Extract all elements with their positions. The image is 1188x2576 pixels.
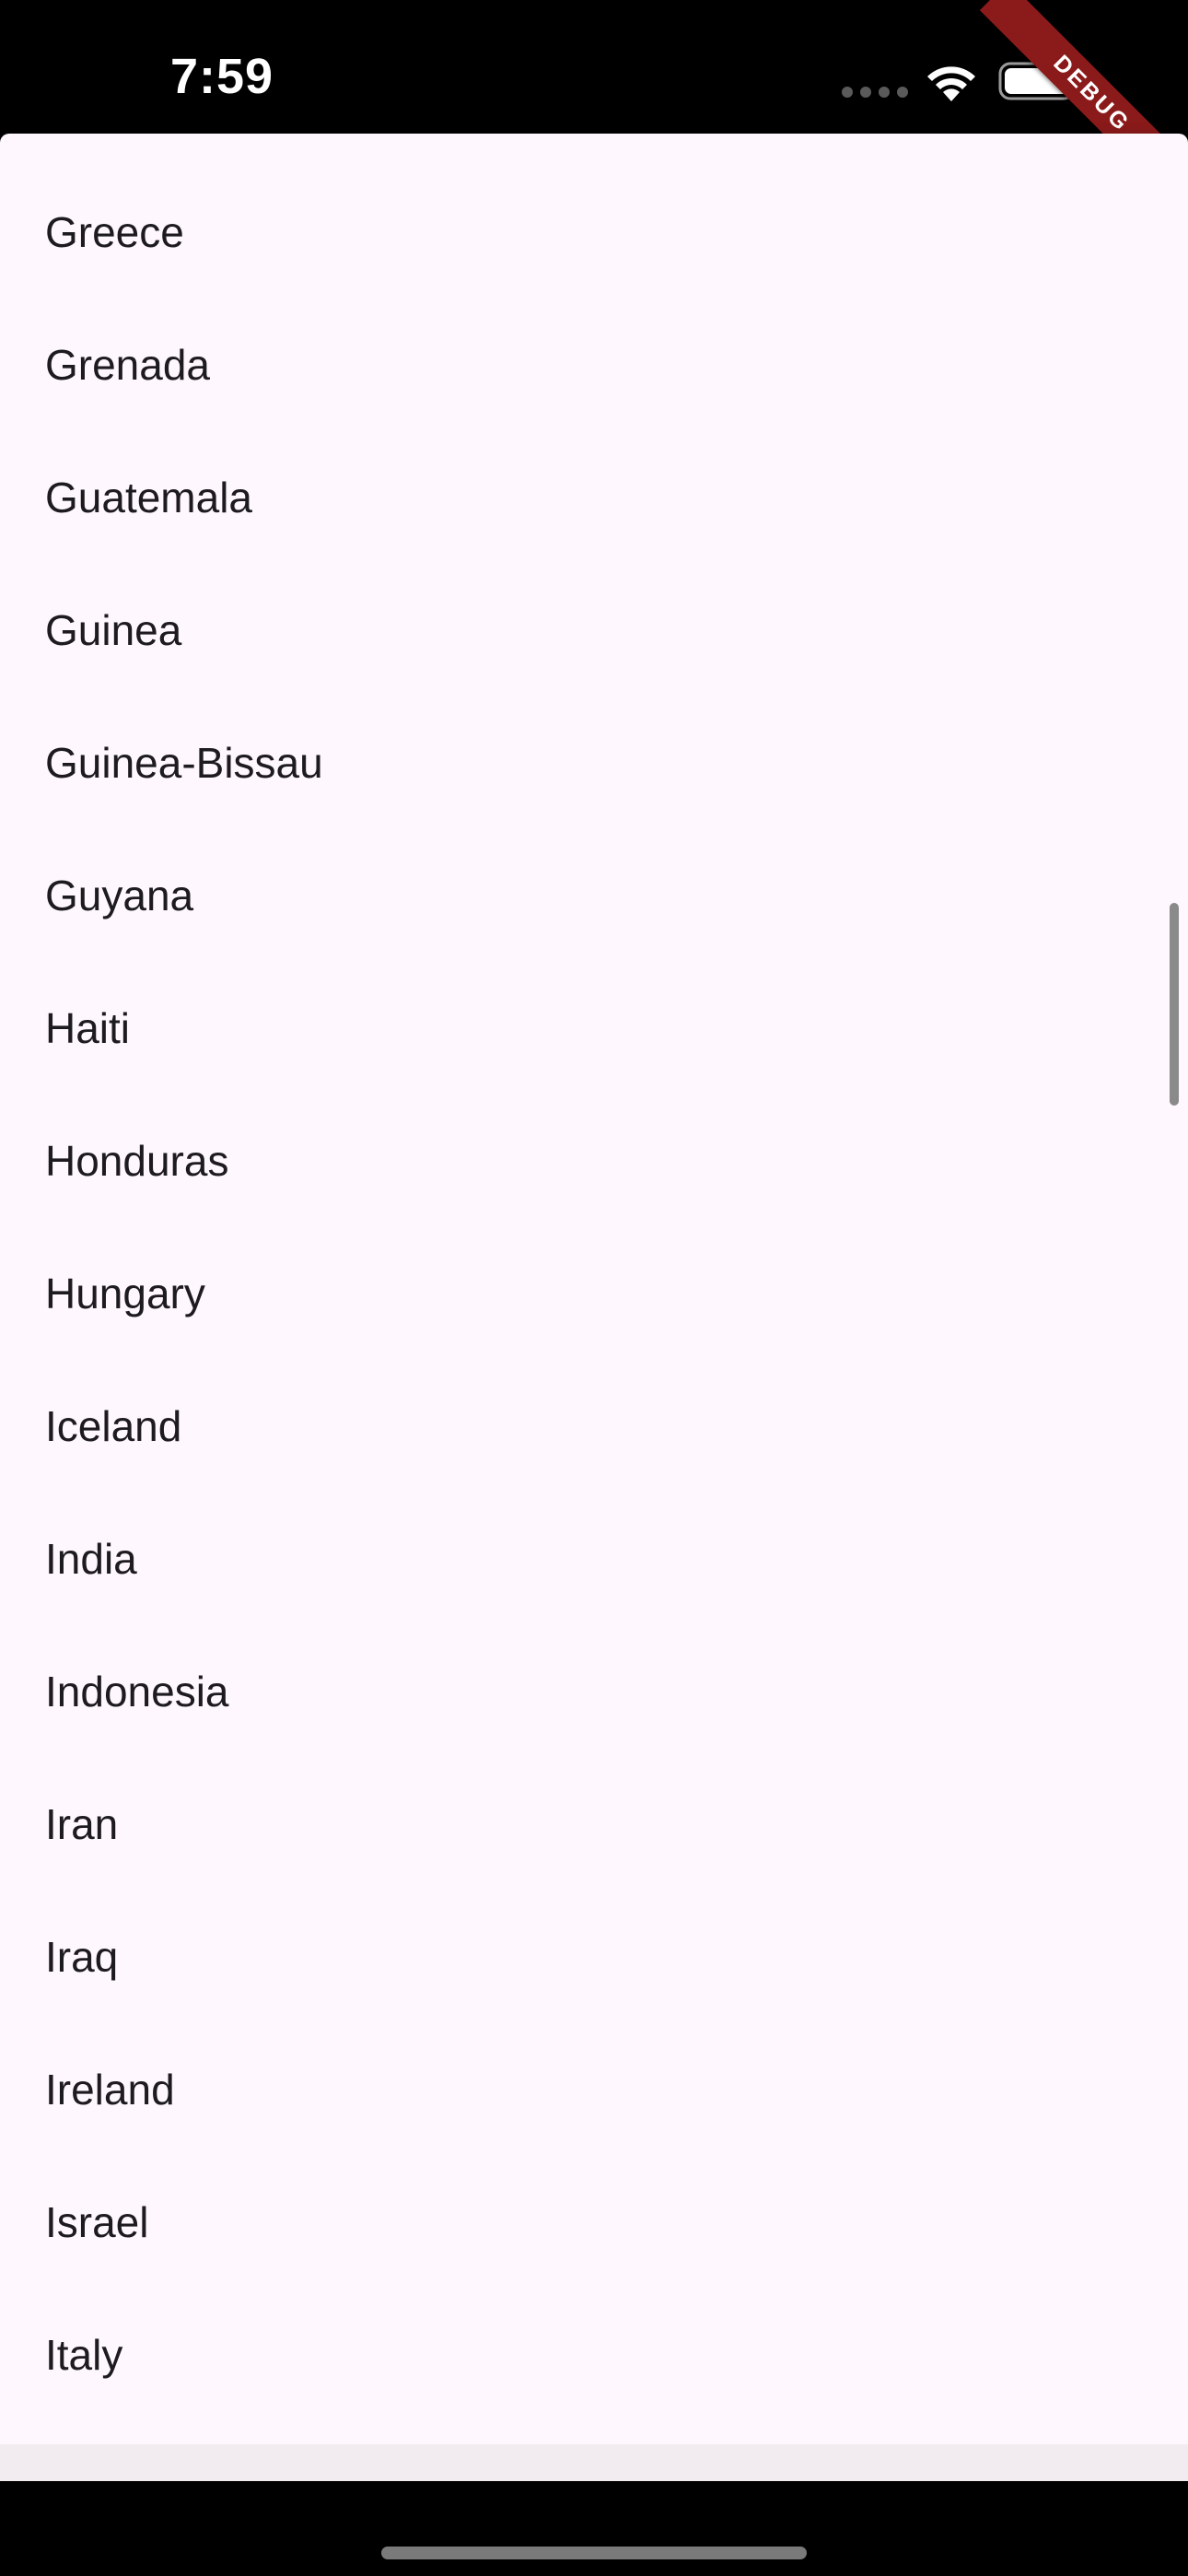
wifi-icon xyxy=(927,66,975,101)
country-name: Guinea-Bissau xyxy=(45,739,323,787)
country-list-item[interactable]: Indonesia xyxy=(0,1670,1188,1803)
country-name: Indonesia xyxy=(45,1668,229,1715)
country-name: Iceland xyxy=(45,1402,182,1450)
country-list-item[interactable]: Grenada xyxy=(0,344,1188,476)
country-name: Haiti xyxy=(45,1004,131,1052)
country-name: Honduras xyxy=(45,1137,229,1185)
country-list-item[interactable]: Haiti xyxy=(0,1007,1188,1140)
country-list-item[interactable]: Guyana xyxy=(0,874,1188,1007)
app-screen: 7:59 DEBUG Greece Grenada Guatemala Guinea G… xyxy=(0,0,1188,2576)
country-list-item[interactable]: Iraq xyxy=(0,1936,1188,2068)
scrollbar-thumb[interactable] xyxy=(1170,903,1179,1106)
country-name: Israel xyxy=(45,2198,149,2246)
country-list-item[interactable]: Honduras xyxy=(0,1140,1188,1272)
country-name: Ireland xyxy=(45,2066,175,2113)
country-name: Italy xyxy=(45,2331,123,2379)
cellular-dots-icon xyxy=(842,87,908,98)
country-name: India xyxy=(45,1535,137,1583)
bottom-bar xyxy=(0,2481,1188,2576)
country-name: Iran xyxy=(45,1800,119,1848)
country-name: Iraq xyxy=(45,1933,119,1981)
country-list-item[interactable]: Guinea xyxy=(0,609,1188,742)
country-name: Grenada xyxy=(45,341,211,389)
country-list-item[interactable]: Guatemala xyxy=(0,476,1188,609)
country-picker-sheet: Greece Grenada Guatemala Guinea Guinea-Bissa… xyxy=(0,134,1188,2444)
country-name: Guinea xyxy=(45,606,182,654)
country-list-item[interactable]: Hungary xyxy=(0,1272,1188,1405)
country-list: Greece Grenada Guatemala Guinea Guinea-Bissa… xyxy=(0,211,1188,2444)
home-indicator[interactable] xyxy=(381,2547,807,2559)
country-name: Guyana xyxy=(45,872,194,919)
status-time: 7:59 xyxy=(170,49,274,104)
country-name: Hungary xyxy=(45,1270,205,1317)
country-list-item[interactable]: Guinea-Bissau xyxy=(0,742,1188,874)
country-list-item[interactable]: India xyxy=(0,1538,1188,1670)
country-name: Guatemala xyxy=(45,474,253,521)
country-list-item[interactable]: Iceland xyxy=(0,1405,1188,1538)
country-list-item[interactable]: Iran xyxy=(0,1803,1188,1936)
country-name: Greece xyxy=(45,208,184,256)
sheet-backdrop xyxy=(0,2444,1188,2481)
country-list-item[interactable]: Israel xyxy=(0,2201,1188,2334)
country-list-item[interactable]: Italy xyxy=(0,2334,1188,2444)
country-list-item[interactable]: Greece xyxy=(0,211,1188,344)
country-list-item[interactable]: Ireland xyxy=(0,2068,1188,2201)
